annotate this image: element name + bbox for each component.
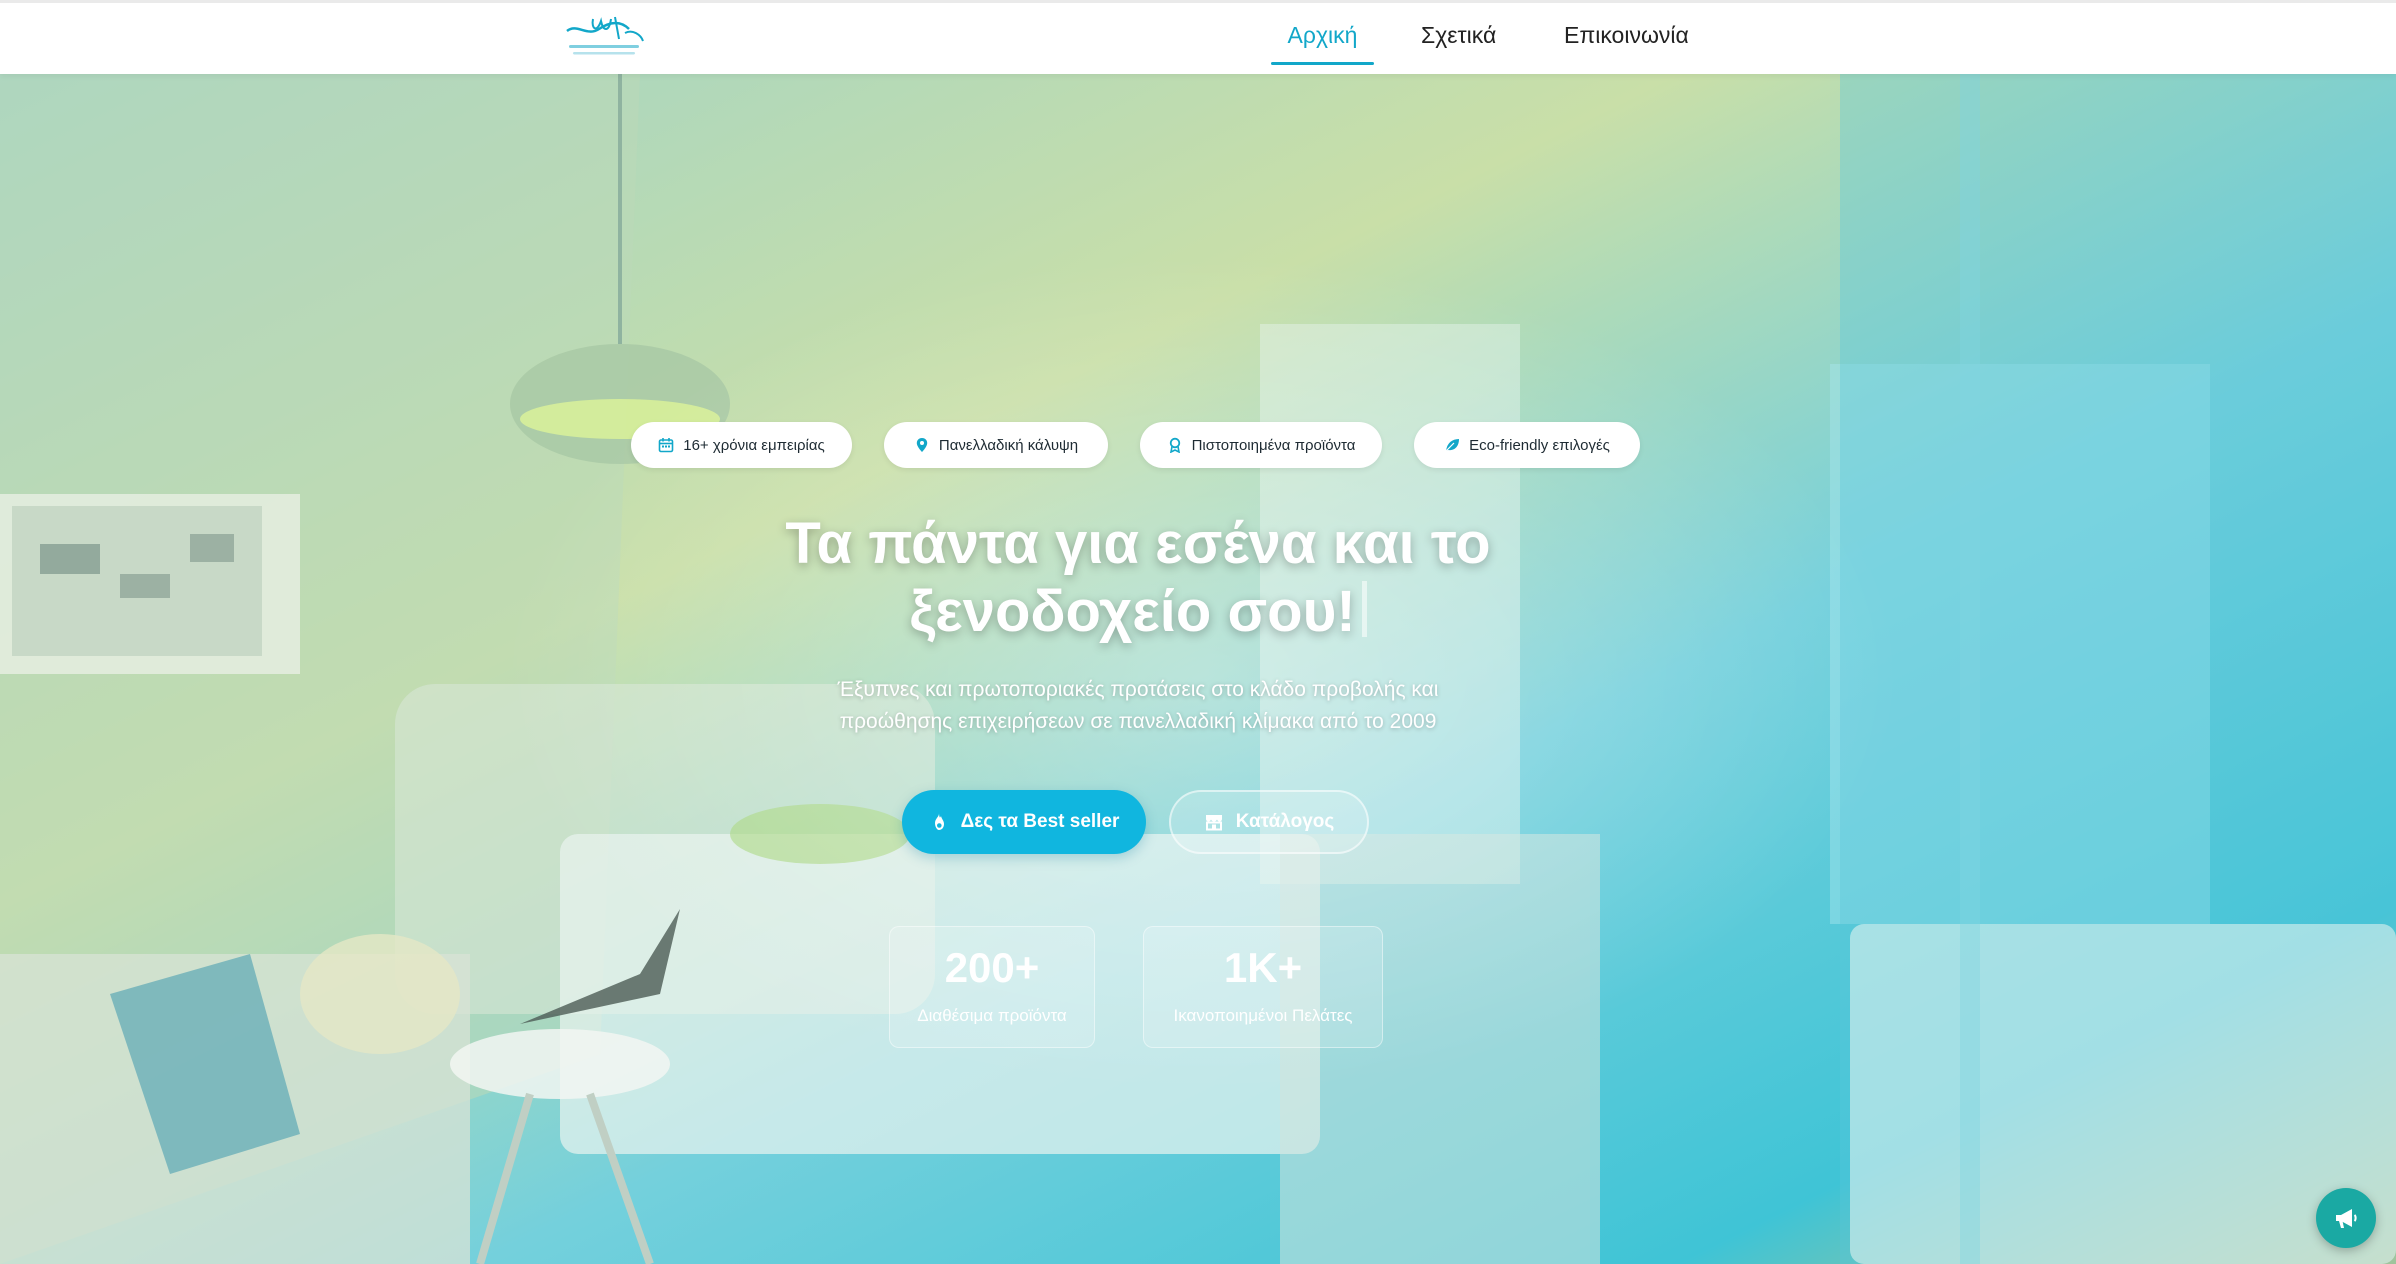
badge-experience-label: 16+ χρόνια εμπειρίας [683,436,825,454]
badge-certified-label: Πιστοποιημένα προϊόντα [1191,436,1356,454]
badge-experience: 16+ χρόνια εμπειρίας [631,422,852,468]
stat-clients-label: Ικανοποιημένοι Πελάτες [1173,1006,1353,1025]
hero-title: Τα πάντα για εσένα και το ξενοδοχείο σου… [598,510,1678,646]
catalog-button[interactable]: Κατάλογος [1169,790,1369,854]
best-seller-button-label: Δες τα Best seller [960,811,1120,832]
stat-clients: 1K+ Ικανοποιημένοι Πελάτες [1143,926,1383,1048]
catalog-button-label: Κατάλογος [1235,811,1335,832]
hero-subtitle-line-2: προώθησης επιχειρήσεων σε πανελλαδική κλ… [839,710,1437,733]
nav-item-about[interactable]: Σχετικά [1417,21,1500,67]
map-pin-icon [916,438,928,452]
best-seller-button[interactable]: Δες τα Best seller [902,790,1146,854]
navbar: Αρχική Σχετικά Επικοινωνία [0,0,2396,74]
hero-background-image [0,74,2396,1264]
calendar-icon [658,438,674,453]
stat-products-label: Διαθέσιμα προϊόντα [917,1006,1067,1025]
stat-clients-value: 1K+ [1223,944,1303,991]
award-icon [1169,437,1180,453]
brand-logo[interactable] [563,13,645,59]
nav-item-home[interactable]: Αρχική [1271,21,1374,67]
megaphone-icon [2336,1209,2357,1228]
announcement-fab[interactable] [2316,1188,2376,1248]
typing-caret [1361,581,1367,637]
fire-icon [934,813,944,830]
logo-mark-icon [566,16,644,55]
badge-eco: Eco-friendly επιλογές [1414,422,1640,468]
badge-coverage: Πανελλαδική κάλυψη [884,422,1108,468]
badge-eco-label: Eco-friendly επιλογές [1469,436,1610,454]
badge-certified: Πιστοποιημένα προϊόντα [1140,422,1382,468]
hero-subtitle-line-1: Έξυπνες και πρωτοποριακές προτάσεις στο … [837,678,1439,701]
badge-coverage-label: Πανελλαδική κάλυψη [938,436,1079,454]
hero-title-line-2: ξενοδοχείο σου! [909,579,1356,644]
hero-title-line-1: Τα πάντα για εσένα και το [785,511,1491,576]
leaf-icon [1445,439,1460,452]
nav-item-contact[interactable]: Επικοινωνία [1560,21,1693,67]
stat-products: 200+ Διαθέσιμα προϊόντα [889,926,1095,1048]
hero-subtitle: Έξυπνες και πρωτοποριακές προτάσεις στο … [738,674,1538,738]
store-icon [1205,815,1222,831]
hero-section: 16+ χρόνια εμπειρίας Πανελλαδική κάλυψη … [0,74,2396,1264]
stat-products-value: 200+ [944,944,1040,991]
